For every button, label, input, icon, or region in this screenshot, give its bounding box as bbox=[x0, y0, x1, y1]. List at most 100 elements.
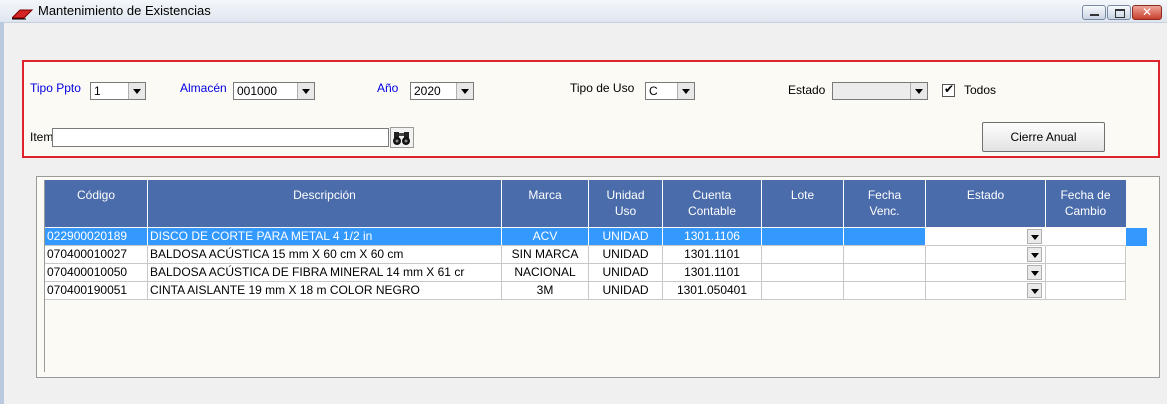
cell-fecha-cambio[interactable] bbox=[1046, 282, 1126, 300]
cell-fecha-cambio[interactable] bbox=[1046, 228, 1126, 246]
cell-descripcion[interactable]: BALDOSA ACÚSTICA 15 mm X 60 cm X 60 cm bbox=[148, 246, 502, 264]
header-line: Contable bbox=[687, 204, 737, 218]
header-line: Descripción bbox=[293, 188, 356, 202]
cell-marca[interactable]: NACIONAL bbox=[502, 264, 589, 282]
filter-panel: Tipo Ppto 1 Almacén 001000 Año 2020 Tipo… bbox=[22, 60, 1160, 158]
existencias-table: Código Descripción Marca Unidad Uso Cuen… bbox=[44, 180, 1148, 372]
column-header-cuenta[interactable]: Cuenta Contable bbox=[663, 180, 762, 227]
cell-descripcion[interactable]: CINTA AISLANTE 19 mm X 18 m COLOR NEGRO bbox=[148, 282, 502, 300]
cell-estado[interactable] bbox=[926, 246, 1046, 264]
chevron-down-icon[interactable] bbox=[456, 83, 473, 99]
header-line: Marca bbox=[528, 188, 562, 202]
cell-estado[interactable] bbox=[926, 228, 1046, 246]
tipo-uso-label: Tipo de Uso bbox=[570, 81, 635, 95]
table-row[interactable]: 022900020189 DISCO DE CORTE PARA METAL 4… bbox=[45, 228, 1148, 246]
cell-codigo[interactable]: 070400190051 bbox=[45, 282, 148, 300]
column-header-marca[interactable]: Marca bbox=[502, 180, 589, 227]
chevron-down-icon[interactable] bbox=[1027, 265, 1042, 280]
anio-value: 2020 bbox=[414, 84, 441, 98]
anio-label: Año bbox=[377, 81, 399, 95]
cell-unidad[interactable]: UNIDAD bbox=[589, 228, 663, 246]
tipo-ppto-select[interactable]: 1 bbox=[90, 82, 146, 100]
header-line: Lote bbox=[790, 188, 815, 202]
maximize-icon bbox=[1115, 9, 1125, 18]
chevron-down-icon[interactable] bbox=[128, 83, 145, 99]
cell-marca[interactable]: ACV bbox=[502, 228, 589, 246]
cell-fecha-venc[interactable] bbox=[844, 246, 926, 264]
table-row[interactable]: 070400010027 BALDOSA ACÚSTICA 15 mm X 60… bbox=[45, 246, 1148, 264]
estado-label: Estado bbox=[788, 83, 826, 97]
item-input[interactable] bbox=[52, 128, 389, 147]
header-line: Venc. bbox=[869, 204, 900, 218]
cell-cuenta[interactable]: 1301.1101 bbox=[663, 246, 762, 264]
cell-codigo[interactable]: 070400010027 bbox=[45, 246, 148, 264]
search-button[interactable] bbox=[390, 127, 414, 148]
minimize-icon bbox=[1090, 14, 1099, 16]
maximize-button[interactable] bbox=[1107, 5, 1131, 20]
row-selection-indicator bbox=[1126, 228, 1147, 246]
header-line: Cambio bbox=[1064, 204, 1107, 218]
cierre-anual-button[interactable]: Cierre Anual bbox=[982, 122, 1105, 152]
chevron-down-icon[interactable] bbox=[677, 83, 694, 99]
cell-estado[interactable] bbox=[926, 264, 1046, 282]
cell-fecha-cambio[interactable] bbox=[1046, 246, 1126, 264]
chevron-down-icon[interactable] bbox=[1027, 283, 1042, 298]
cell-fecha-cambio[interactable] bbox=[1046, 264, 1126, 282]
cell-lote[interactable] bbox=[762, 246, 844, 264]
binoculars-icon bbox=[393, 132, 410, 145]
header-line: Fecha bbox=[867, 188, 902, 202]
estado-select[interactable] bbox=[832, 82, 928, 100]
column-header-unidad[interactable]: Unidad Uso bbox=[589, 180, 663, 227]
window-left-border bbox=[0, 22, 4, 404]
column-header-lote[interactable]: Lote bbox=[762, 180, 844, 227]
chevron-down-icon[interactable] bbox=[297, 83, 314, 99]
cell-marca[interactable]: 3M bbox=[502, 282, 589, 300]
cell-descripcion[interactable]: BALDOSA ACÚSTICA DE FIBRA MINERAL 14 mm … bbox=[148, 264, 502, 282]
chevron-down-icon[interactable] bbox=[1027, 247, 1042, 262]
cell-estado[interactable] bbox=[926, 282, 1046, 300]
cell-lote[interactable] bbox=[762, 282, 844, 300]
cell-fecha-venc[interactable] bbox=[844, 264, 926, 282]
header-line: Estado bbox=[966, 188, 1005, 202]
title-bar: Mantenimiento de Existencias ✕ bbox=[0, 0, 1167, 23]
todos-label: Todos bbox=[964, 83, 997, 97]
header-line: Cuenta bbox=[692, 188, 732, 202]
column-header-estado[interactable]: Estado bbox=[926, 180, 1046, 227]
cell-cuenta[interactable]: 1301.050401 bbox=[663, 282, 762, 300]
chevron-down-icon[interactable] bbox=[910, 83, 927, 99]
table-row[interactable]: 070400010050 BALDOSA ACÚSTICA DE FIBRA M… bbox=[45, 264, 1148, 282]
tipo-ppto-value: 1 bbox=[94, 84, 101, 98]
almacen-value: 001000 bbox=[237, 84, 278, 98]
cell-cuenta[interactable]: 1301.1101 bbox=[663, 264, 762, 282]
close-icon: ✕ bbox=[1142, 5, 1153, 19]
close-button[interactable]: ✕ bbox=[1132, 5, 1162, 20]
column-header-descripcion[interactable]: Descripción bbox=[148, 180, 502, 227]
table-row[interactable]: 070400190051 CINTA AISLANTE 19 mm X 18 m… bbox=[45, 282, 1148, 300]
cell-marca[interactable]: SIN MARCA bbox=[502, 246, 589, 264]
item-label: Item bbox=[30, 130, 54, 144]
cell-fecha-venc[interactable] bbox=[844, 282, 926, 300]
minimize-button[interactable] bbox=[1082, 5, 1106, 20]
window-title: Mantenimiento de Existencias bbox=[38, 3, 211, 18]
todos-checkbox[interactable] bbox=[942, 82, 955, 97]
header-line: Código bbox=[76, 188, 116, 202]
almacen-select[interactable]: 001000 bbox=[233, 82, 315, 100]
cell-codigo[interactable]: 022900020189 bbox=[45, 228, 148, 246]
tipo-ppto-label: Tipo Ppto bbox=[30, 81, 81, 95]
header-line: Unidad bbox=[606, 188, 645, 202]
anio-select[interactable]: 2020 bbox=[410, 82, 474, 100]
column-header-fecha-cambio[interactable]: Fecha de Cambio bbox=[1046, 180, 1126, 227]
cell-lote[interactable] bbox=[762, 228, 844, 246]
column-header-fecha-venc[interactable]: Fecha Venc. bbox=[844, 180, 926, 227]
cell-fecha-venc[interactable] bbox=[844, 228, 926, 246]
cell-unidad[interactable]: UNIDAD bbox=[589, 264, 663, 282]
cell-lote[interactable] bbox=[762, 264, 844, 282]
chevron-down-icon[interactable] bbox=[1027, 229, 1042, 244]
cell-codigo[interactable]: 070400010050 bbox=[45, 264, 148, 282]
cell-unidad[interactable]: UNIDAD bbox=[589, 282, 663, 300]
cell-cuenta[interactable]: 1301.1106 bbox=[663, 228, 762, 246]
tipo-uso-select[interactable]: C bbox=[645, 82, 695, 100]
cell-descripcion[interactable]: DISCO DE CORTE PARA METAL 4 1/2 in bbox=[148, 228, 502, 246]
column-header-codigo[interactable]: Código bbox=[45, 180, 148, 227]
cell-unidad[interactable]: UNIDAD bbox=[589, 246, 663, 264]
